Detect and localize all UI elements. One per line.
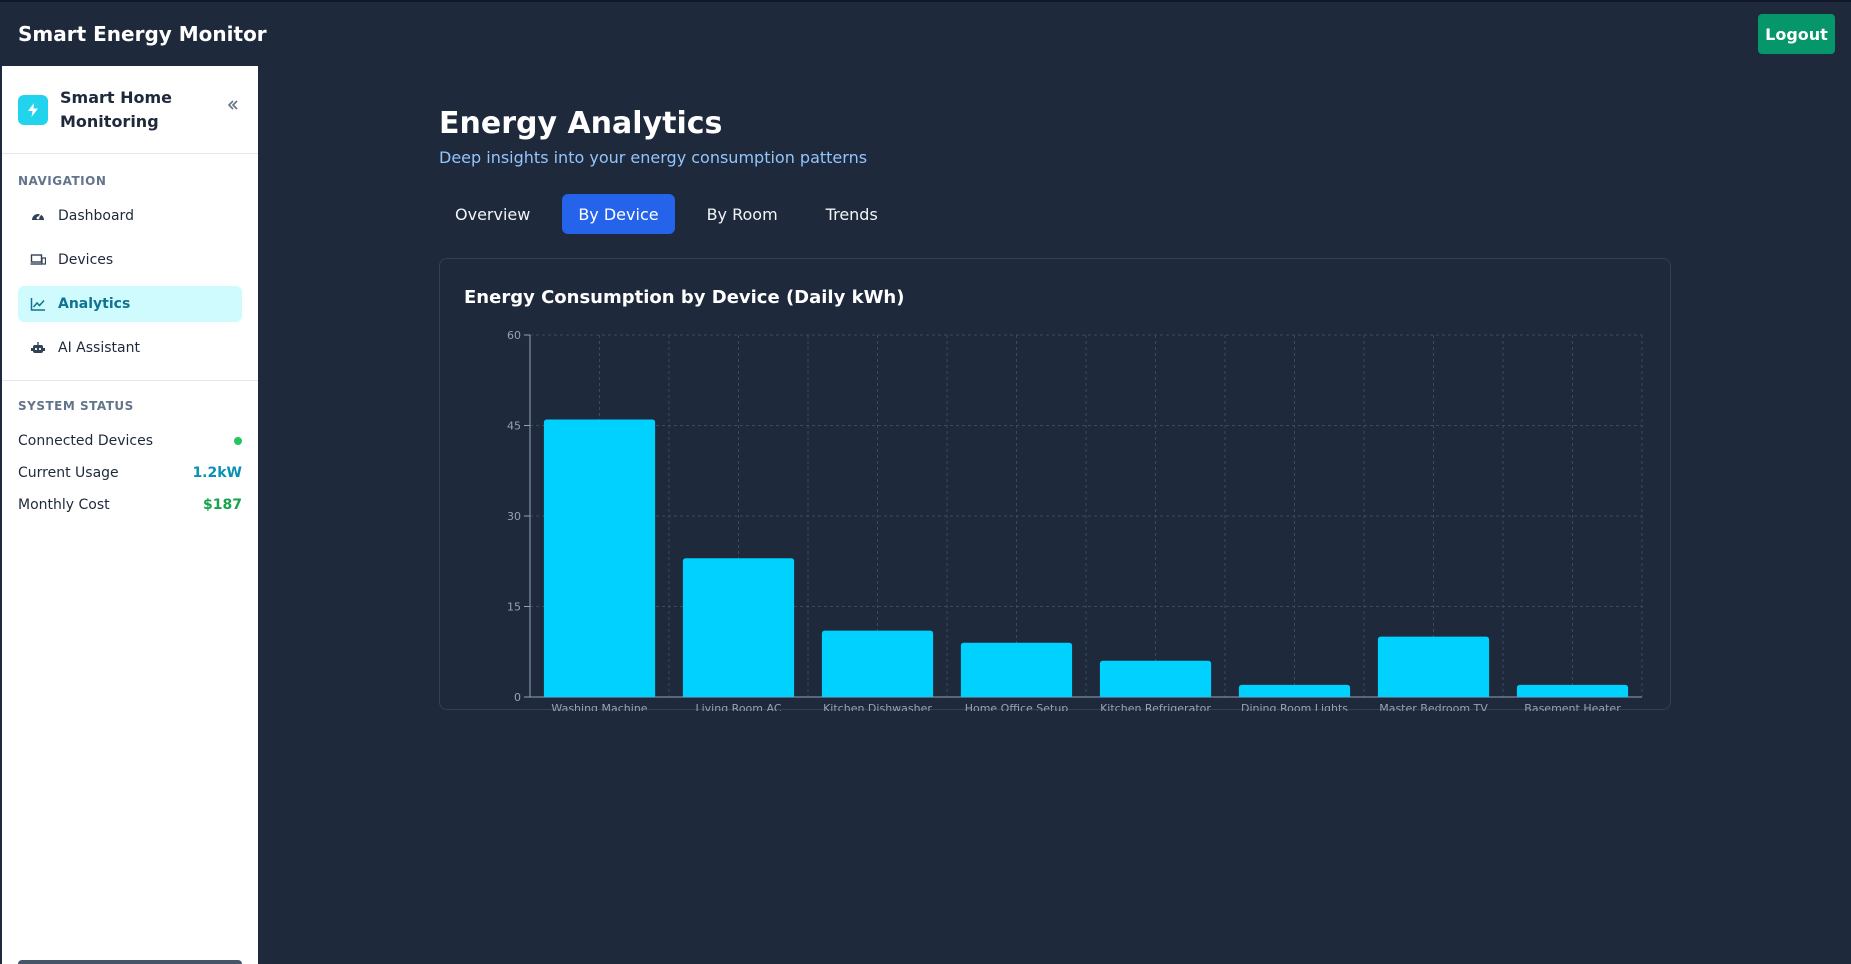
y-tick-label: 0 (514, 691, 521, 704)
chevrons-left-icon[interactable] (224, 96, 242, 114)
sidebar-brand: Smart Home Monitoring (60, 87, 173, 131)
sidebar-header: Smart Home Monitoring (2, 66, 258, 154)
app-title: Smart Energy Monitor (18, 22, 267, 46)
status-label: Current Usage (18, 465, 119, 481)
x-tick-label: Master Bedroom TV (1379, 702, 1488, 711)
bar-washing-machine (543, 419, 656, 697)
y-tick-label: 30 (507, 510, 521, 523)
sidebar-item-ai-assistant[interactable]: AI Assistant (18, 330, 242, 366)
sidebar: Smart Home Monitoring NAVIGATION Dashboa… (2, 66, 258, 964)
main-content: Energy Analytics Deep insights into your… (258, 66, 1851, 964)
tab-trends[interactable]: Trends (810, 194, 894, 234)
x-tick-label: Kitchen Refrigerator (1100, 702, 1211, 711)
sidebar-divider (2, 380, 258, 381)
sidebar-item-label: AI Assistant (58, 340, 140, 356)
device-energy-bar-chart: 0 15 30 45 60 Washing Machine Living Room AC Ki… (507, 329, 1643, 711)
top-bar: Smart Energy Monitor Logout (0, 0, 1851, 66)
sidebar-item-devices[interactable]: Devices (18, 242, 242, 278)
y-tick-label: 15 (507, 601, 521, 614)
status-value: 1.2kW (192, 465, 242, 481)
bar-kitchen-refrigerator (1099, 660, 1212, 697)
status-value: $187 (203, 497, 242, 513)
status-connected-devices: Connected Devices (2, 425, 258, 457)
nav-section-label: NAVIGATION (18, 174, 107, 188)
x-tick-label: Kitchen Dishwasher (823, 702, 932, 711)
page-subtitle: Deep insights into your energy consumpti… (439, 148, 868, 167)
devices-icon (30, 252, 46, 268)
x-tick-label: Home Office Setup (965, 702, 1069, 711)
logout-button[interactable]: Logout (1758, 14, 1835, 54)
analytics-tabs: Overview By Device By Room Trends (439, 194, 910, 234)
bar-kitchen-dishwasher (821, 630, 934, 697)
gauge-icon (30, 208, 46, 224)
bar-basement-heater (1516, 684, 1629, 697)
sidebar-footer-bar (18, 960, 242, 964)
sidebar-item-label: Dashboard (58, 208, 134, 224)
chart-line-icon (30, 296, 46, 312)
bar-master-bedroom-tv (1377, 636, 1490, 697)
bar-living-room-ac (682, 558, 795, 697)
status-current-usage: Current Usage 1.2kW (2, 457, 258, 489)
tab-by-device[interactable]: By Device (562, 194, 675, 234)
tab-by-room[interactable]: By Room (691, 194, 794, 234)
lightning-icon (18, 94, 48, 125)
y-tick-label: 60 (507, 329, 521, 342)
x-tick-label: Washing Machine (551, 702, 647, 711)
status-label: Connected Devices (18, 433, 154, 449)
nav-list: Dashboard Devices Analytics AI Assistant (2, 198, 258, 366)
page-title: Energy Analytics (439, 106, 723, 141)
robot-icon (30, 340, 46, 356)
status-section-label: SYSTEM STATUS (18, 399, 134, 413)
x-tick-label: Basement Heater (1524, 702, 1621, 711)
x-tick-label: Living Room AC (695, 702, 781, 711)
sidebar-item-analytics[interactable]: Analytics (18, 286, 242, 322)
y-tick-label: 45 (507, 420, 521, 433)
sidebar-item-label: Analytics (58, 296, 131, 312)
bar-home-office-setup (960, 642, 1073, 697)
sidebar-item-dashboard[interactable]: Dashboard (18, 198, 242, 234)
bar-dining-room-lights (1238, 684, 1351, 697)
tab-overview[interactable]: Overview (439, 194, 546, 234)
status-label: Monthly Cost (18, 497, 110, 513)
x-tick-label: Dining Room Lights (1241, 702, 1348, 711)
sidebar-item-label: Devices (58, 252, 114, 268)
chart-card: Energy Consumption by Device (Daily kWh)… (439, 258, 1671, 711)
status-online-dot (234, 437, 242, 445)
status-monthly-cost: Monthly Cost $187 (2, 489, 258, 521)
